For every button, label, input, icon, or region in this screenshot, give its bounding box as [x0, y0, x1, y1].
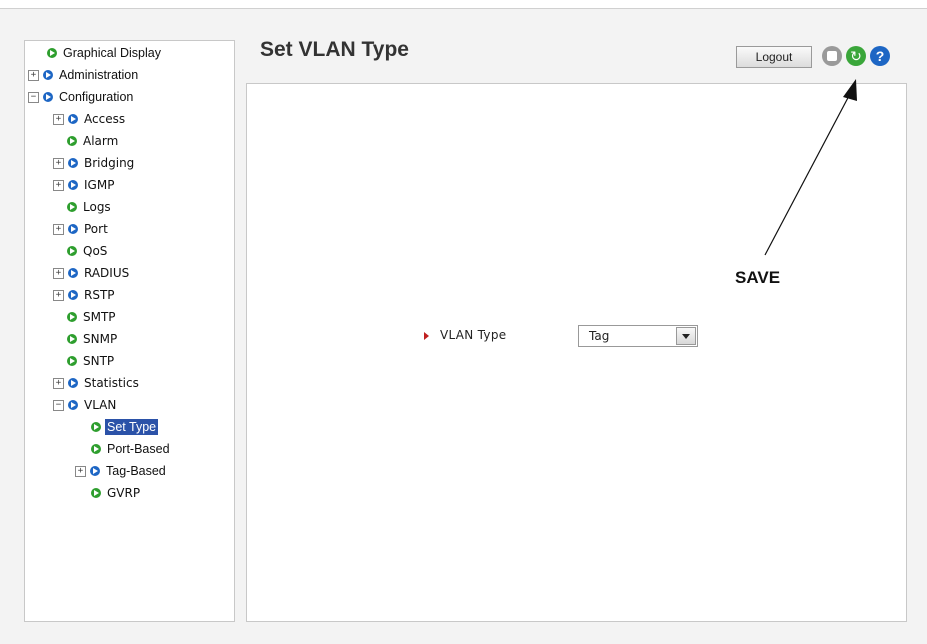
- annotation-label: SAVE: [735, 268, 781, 287]
- annotation-arrow: [764, 79, 857, 256]
